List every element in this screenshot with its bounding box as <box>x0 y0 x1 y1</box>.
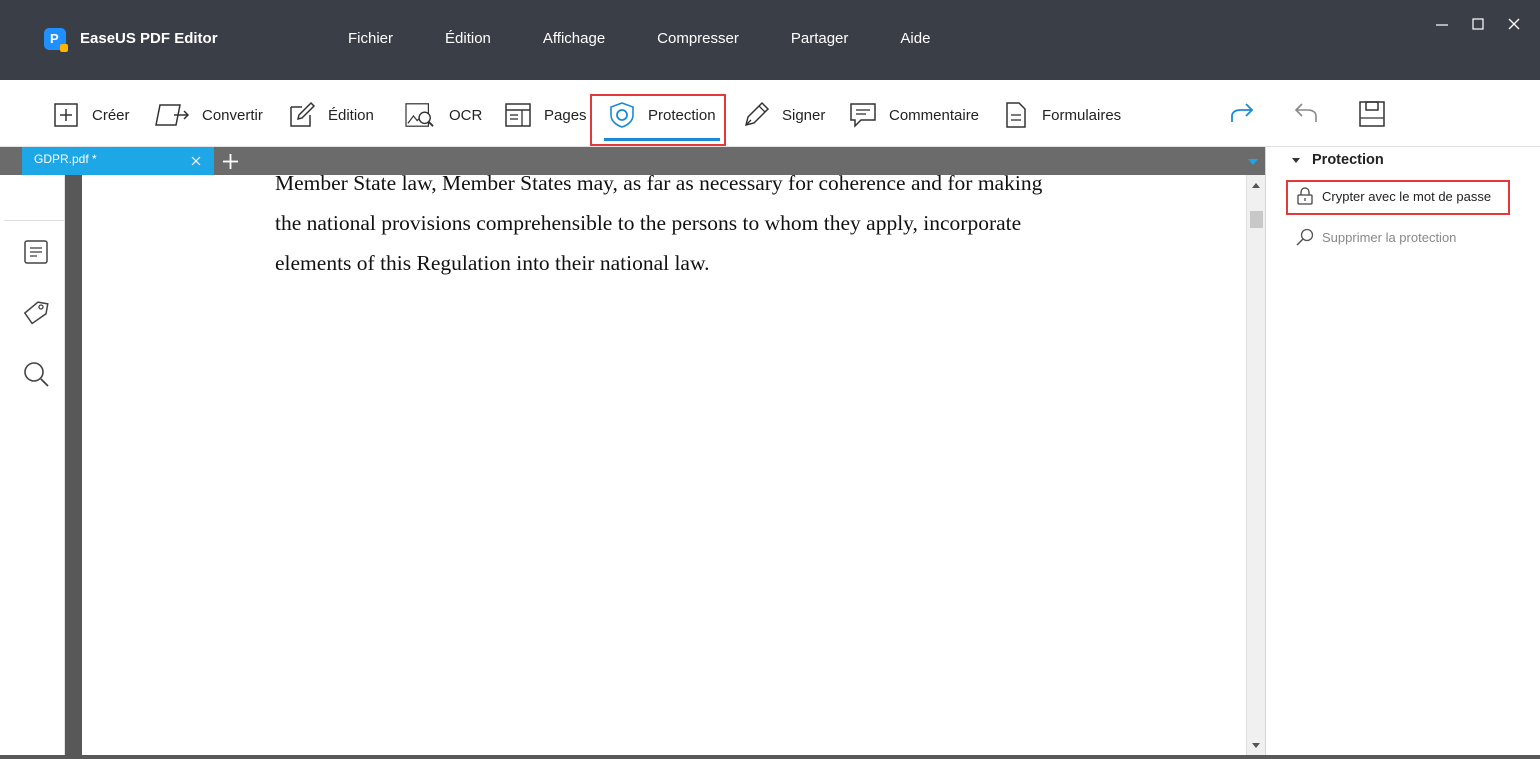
vertical-scrollbar[interactable] <box>1246 175 1265 759</box>
tool-signer[interactable]: Signer <box>742 98 825 132</box>
active-tab-indicator <box>604 138 720 141</box>
left-sidebar <box>0 175 65 759</box>
pages-icon <box>505 103 531 127</box>
menu-partager[interactable]: Partager <box>765 30 875 47</box>
main-toolbar: Créer Convertir Édition OCR Pages Protec… <box>0 80 1540 147</box>
encrypt-with-password-button[interactable]: Crypter avec le mot de passe <box>1296 187 1491 205</box>
remove-protection-button[interactable]: Supprimer la protection <box>1296 228 1456 246</box>
plus-box-icon <box>54 103 78 127</box>
app-logo-icon: P <box>44 28 68 52</box>
pdf-text-block: Member State law, Member States may, as … <box>275 175 1155 283</box>
search-icon[interactable] <box>22 360 50 388</box>
collapse-caret-icon <box>1292 157 1300 163</box>
pdf-text-line: the national provisions comprehensible t… <box>275 211 1022 235</box>
tool-commentaire[interactable]: Commentaire <box>849 98 979 132</box>
comment-icon <box>850 103 876 128</box>
menu-bar: Fichier Édition Affichage Compresser Par… <box>322 30 956 47</box>
save-icon[interactable] <box>1358 100 1386 128</box>
tool-formulaires[interactable]: Formulaires <box>1002 98 1121 132</box>
scroll-up-icon[interactable] <box>1252 183 1260 188</box>
title-bar: P EaseUS PDF Editor Fichier Édition Affi… <box>0 0 1540 80</box>
pen-icon <box>744 101 770 127</box>
menu-fichier[interactable]: Fichier <box>322 30 419 47</box>
shield-icon <box>610 102 634 128</box>
undo-icon[interactable] <box>1292 100 1320 128</box>
minimize-icon[interactable] <box>1432 14 1452 34</box>
window-bottom-border <box>0 755 1540 759</box>
lock-icon <box>1297 187 1313 205</box>
document-tab-strip: GDPR.pdf * <box>0 147 1265 175</box>
edit-pencil-icon <box>290 101 316 127</box>
tool-edition[interactable]: Édition <box>288 98 374 132</box>
tab-label: GDPR.pdf * <box>34 152 97 166</box>
ocr-icon <box>405 103 434 127</box>
thumbnails-icon[interactable] <box>22 238 50 266</box>
tab-list-dropdown-icon[interactable] <box>1248 159 1258 165</box>
pdf-page-view[interactable]: Member State law, Member States may, as … <box>82 175 1246 759</box>
redo-icon[interactable] <box>1228 100 1256 128</box>
pdf-text-line: Member State law, Member States may, as … <box>275 175 1043 195</box>
menu-affichage[interactable]: Affichage <box>517 30 631 47</box>
protection-panel: Protection Crypter avec le mot de passe … <box>1265 147 1540 759</box>
tag-icon[interactable] <box>22 299 50 327</box>
scroll-thumb[interactable] <box>1250 211 1263 228</box>
app-title: EaseUS PDF Editor <box>80 30 218 47</box>
sidebar-divider <box>4 220 64 221</box>
form-icon <box>1006 102 1026 128</box>
convert-icon <box>155 104 190 126</box>
tool-ocr[interactable]: OCR <box>403 98 482 132</box>
tool-pages[interactable]: Pages <box>504 98 587 132</box>
add-tab-icon[interactable] <box>222 153 239 170</box>
panel-header[interactable]: Protection <box>1292 152 1384 168</box>
menu-edition[interactable]: Édition <box>419 30 517 47</box>
scroll-down-icon[interactable] <box>1252 743 1260 748</box>
menu-compresser[interactable]: Compresser <box>631 30 765 47</box>
close-icon[interactable] <box>1504 14 1524 34</box>
search-remove-icon <box>1296 228 1314 246</box>
tool-protection[interactable]: Protection <box>608 98 716 132</box>
tool-creer[interactable]: Créer <box>52 98 130 132</box>
page-gutter <box>65 175 82 759</box>
menu-aide[interactable]: Aide <box>874 30 956 47</box>
pdf-text-line: elements of this Regulation into their n… <box>275 251 710 275</box>
maximize-icon[interactable] <box>1468 14 1488 34</box>
tool-convertir[interactable]: Convertir <box>154 98 263 132</box>
tab-close-icon[interactable] <box>190 155 202 167</box>
tab-gdpr-pdf[interactable]: GDPR.pdf * <box>22 147 214 175</box>
